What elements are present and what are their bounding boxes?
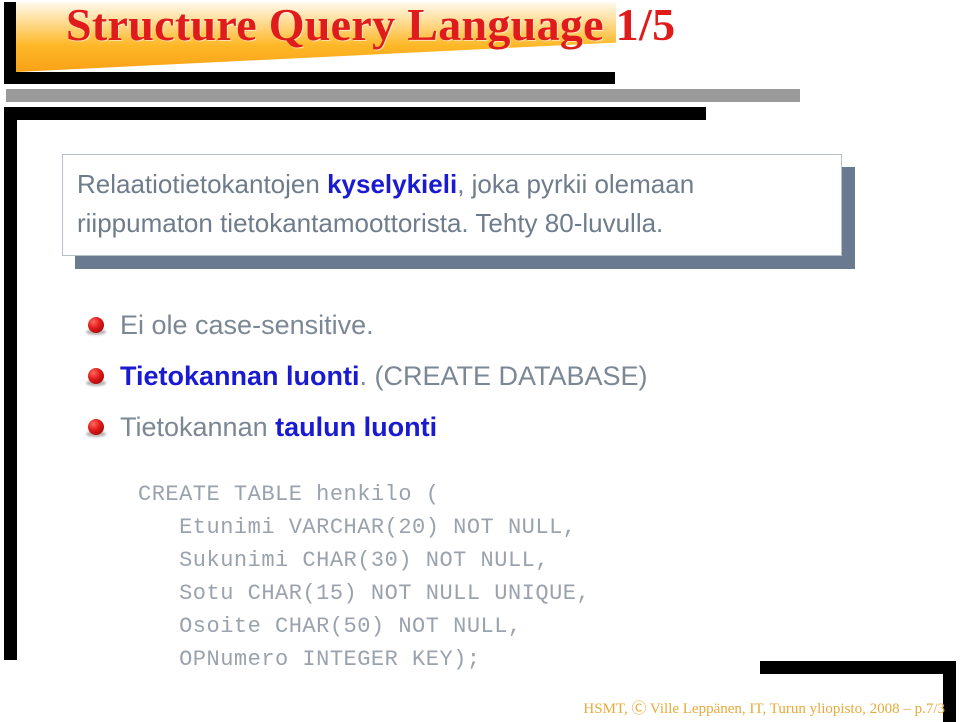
bullet-text: Tietokannan taulun luonti xyxy=(120,412,437,443)
sql-code-block: CREATE TABLE henkilo ( Etunimi VARCHAR(2… xyxy=(138,482,591,672)
bullet-highlight: taulun luonti xyxy=(275,412,438,442)
bullet-text: Ei ole case-sensitive. xyxy=(120,310,374,341)
red-sphere-bullet-icon xyxy=(86,413,120,443)
slide-header: Structure Query Language 1/5 xyxy=(0,0,960,120)
intro-text-box: Relaatiotietokantojen kyselykieli, joka … xyxy=(62,154,842,256)
intro-line1-before: Relaatiotietokantojen xyxy=(77,169,328,199)
bullet-highlight: Tietokannan luonti xyxy=(120,361,360,391)
bullet-text: Tietokannan luonti. (CREATE DATABASE) xyxy=(120,361,648,392)
content-frame-left-rail xyxy=(4,107,17,660)
page-title: Structure Query Language 1/5 xyxy=(66,0,676,50)
intro-line-1: Relaatiotietokantojen kyselykieli, joka … xyxy=(77,165,827,204)
title-frame-left-stub xyxy=(4,2,16,74)
bullet-plain-before: Ei ole case-sensitive. xyxy=(120,310,374,340)
intro-line1-highlight: kyselykieli xyxy=(327,169,458,199)
grey-divider-bar xyxy=(6,89,800,102)
list-item: Ei ole case-sensitive. xyxy=(86,300,886,351)
red-sphere-bullet-icon xyxy=(86,311,120,341)
title-underbar xyxy=(4,72,615,84)
list-item: Tietokannan luonti. (CREATE DATABASE) xyxy=(86,351,886,402)
bullet-plain-after: . (CREATE DATABASE) xyxy=(359,361,648,391)
content-frame-top-bar xyxy=(4,107,706,120)
red-sphere-bullet-icon xyxy=(86,362,120,392)
content-frame-bottom-bar xyxy=(760,661,956,674)
bullet-list: Ei ole case-sensitive. Tietokannan luont… xyxy=(86,300,886,453)
list-item: Tietokannan taulun luonti xyxy=(86,402,886,453)
intro-line-2: riippumaton tietokantamoottorista. Tehty… xyxy=(77,208,664,238)
intro-line1-after: , joka pyrkii olemaan xyxy=(457,169,695,199)
slide-footer: HSMT, Ⓒ Ville Leppänen, IT, Turun yliopi… xyxy=(583,701,945,717)
bullet-plain-before: Tietokannan xyxy=(120,412,276,442)
